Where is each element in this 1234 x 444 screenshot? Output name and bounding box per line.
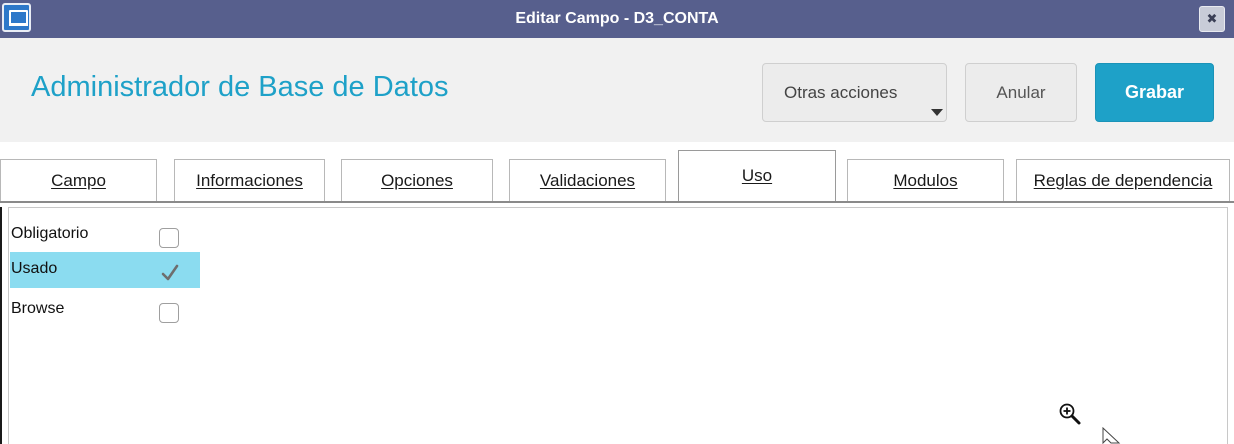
tab-uso[interactable]: Uso: [678, 150, 836, 201]
tab-label: Campo: [51, 171, 106, 190]
tab-label: Opciones: [381, 171, 453, 190]
tab-label: Reglas de dependencia: [1033, 171, 1213, 190]
window-left-edge: [0, 207, 2, 444]
close-icon: ✖: [1206, 11, 1218, 26]
tab-reglas-de-dependencia[interactable]: Reglas de dependencia: [1016, 159, 1230, 201]
window-title: Editar Campo - D3_CONTA: [515, 10, 719, 27]
tab-label: Uso: [741, 166, 773, 185]
tab-label: Validaciones: [539, 171, 636, 190]
tab-opciones[interactable]: Opciones: [341, 159, 493, 201]
tab-modulos[interactable]: Modulos: [847, 159, 1004, 201]
zoom-in-icon: [1059, 403, 1081, 425]
title-bar: Editar Campo - D3_CONTA ✖: [0, 0, 1234, 38]
checkmark-icon: [161, 264, 179, 281]
tab-validaciones[interactable]: Validaciones: [509, 159, 666, 201]
option-row-browse[interactable]: Browse: [10, 292, 200, 328]
cancel-label: Anular: [996, 83, 1046, 102]
chevron-down-icon: [931, 109, 943, 116]
option-label: Obligatorio: [11, 225, 89, 242]
tab-campo[interactable]: Campo: [0, 159, 157, 201]
tab-label: Informaciones: [196, 171, 303, 190]
obligatorio-checkbox[interactable]: [159, 228, 179, 248]
save-label: Grabar: [1124, 82, 1185, 102]
page-title: Administrador de Base de Datos: [31, 71, 449, 103]
other-actions-button[interactable]: Otras acciones: [762, 63, 947, 122]
header: Administrador de Base de Datos Otras acc…: [0, 38, 1234, 142]
tab-label: Modulos: [893, 171, 958, 190]
usado-checkbox[interactable]: [159, 263, 179, 283]
cancel-button[interactable]: Anular: [965, 63, 1077, 122]
tab-informaciones[interactable]: Informaciones: [174, 159, 325, 201]
option-label: Usado: [11, 260, 58, 277]
close-button[interactable]: ✖: [1199, 6, 1225, 32]
option-row-obligatorio[interactable]: Obligatorio: [10, 217, 200, 253]
option-row-usado[interactable]: Usado: [10, 252, 200, 288]
option-label: Browse: [11, 300, 65, 317]
tab-divider: [0, 201, 1234, 203]
mouse-pointer-icon: [1102, 427, 1121, 444]
other-actions-label: Otras acciones: [784, 83, 898, 102]
browse-checkbox[interactable]: [159, 303, 179, 323]
save-button[interactable]: Grabar: [1095, 63, 1214, 122]
